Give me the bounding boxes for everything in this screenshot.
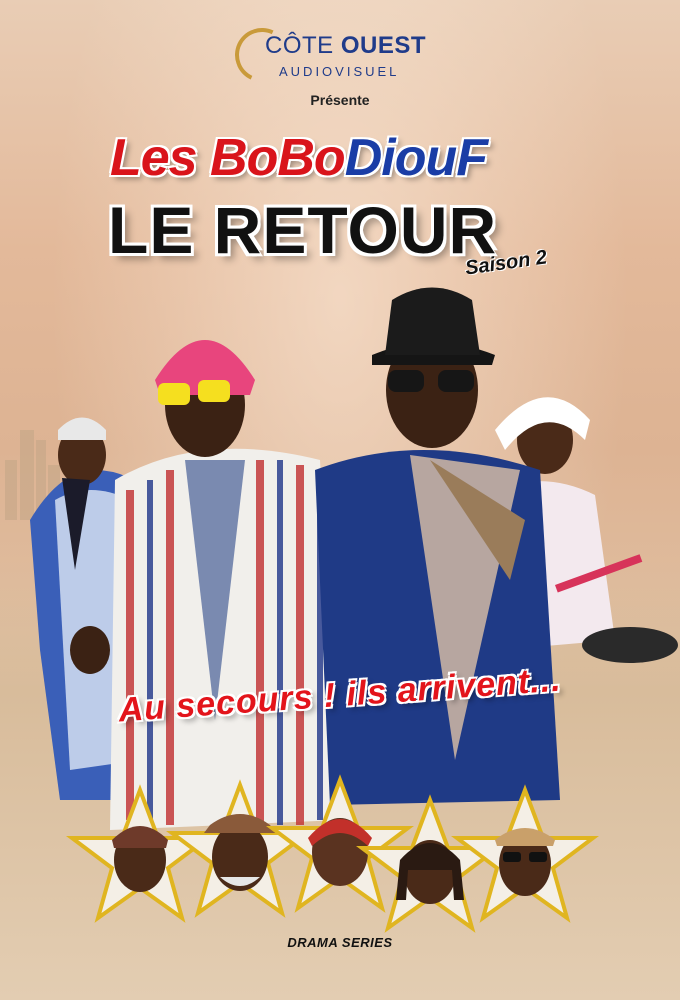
star-portrait-woman-headwrap <box>70 788 210 920</box>
movie-poster: CÔTE OUEST AUDIOVISUEL Présente Les BoBo… <box>0 0 680 1000</box>
drama-series-label: DRAMA SERIES <box>287 935 393 950</box>
star-portrait-man-sunglasses <box>455 788 595 920</box>
star-portrait-man-hat <box>170 783 310 915</box>
cast-stars-row <box>70 778 595 930</box>
star-portrait-woman-red-hair <box>270 778 410 910</box>
